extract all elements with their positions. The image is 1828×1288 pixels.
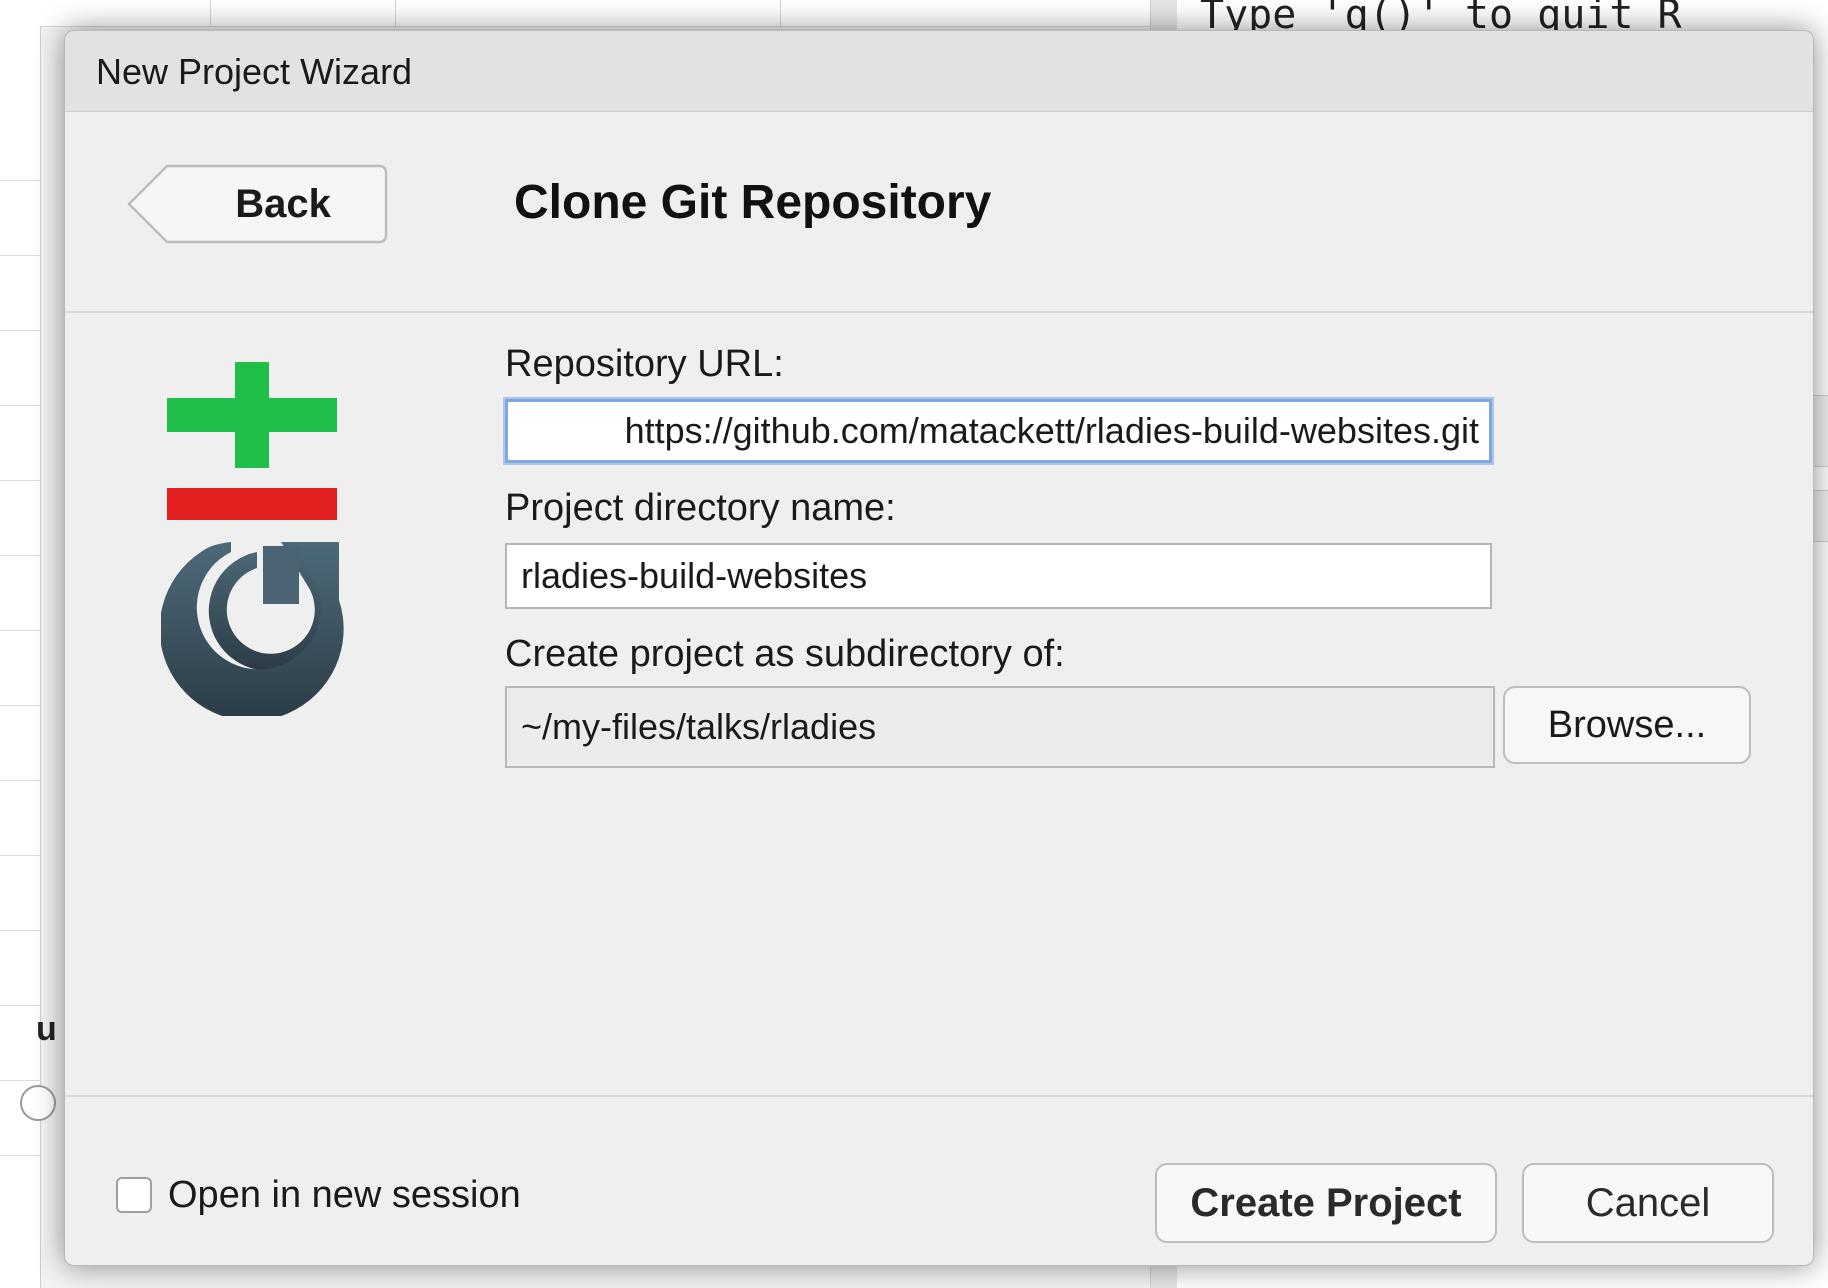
page-title: Clone Git Repository <box>514 176 992 229</box>
background-left-label: u <box>36 1010 57 1048</box>
open-new-session-option[interactable]: Open in new session <box>116 1171 521 1219</box>
new-project-wizard-dialog: New Project Wizard Back Clone Git Reposi… <box>64 30 1814 1266</box>
repo-url-input[interactable]: https://github.com/matackett/rladies-bui… <box>505 399 1492 463</box>
cancel-button[interactable]: Cancel <box>1522 1163 1774 1243</box>
background-right-tab[interactable] <box>1812 395 1828 467</box>
dialog-title: New Project Wizard <box>96 51 413 92</box>
open-new-session-checkbox[interactable] <box>116 1177 152 1213</box>
project-dir-value: rladies-build-websites <box>521 555 868 596</box>
background-toolbar <box>40 0 1150 27</box>
background-right-tab[interactable] <box>1812 490 1828 542</box>
header-divider <box>65 311 1813 313</box>
repo-url-label: Repository URL: <box>505 343 784 385</box>
subdirectory-label: Create project as subdirectory of: <box>505 633 1065 675</box>
browse-button[interactable]: Browse... <box>1503 686 1751 764</box>
back-button-label: Back <box>235 182 331 226</box>
project-dir-label: Project directory name: <box>505 487 896 529</box>
create-project-button[interactable]: Create Project <box>1155 1163 1497 1243</box>
open-new-session-label[interactable]: Open in new session <box>168 1174 521 1217</box>
footer-divider <box>65 1095 1813 1097</box>
background-collapse-icon[interactable] <box>20 1085 56 1121</box>
subdirectory-field: ~/my-files/talks/rladies <box>505 686 1495 768</box>
back-button[interactable]: Back <box>127 163 389 245</box>
git-logo-icon <box>159 356 361 721</box>
dialog-titlebar[interactable]: New Project Wizard <box>65 31 1813 112</box>
project-dir-input[interactable]: rladies-build-websites <box>505 543 1492 609</box>
subdirectory-value: ~/my-files/talks/rladies <box>521 706 877 747</box>
repo-url-value: https://github.com/matackett/rladies-bui… <box>624 410 1479 451</box>
